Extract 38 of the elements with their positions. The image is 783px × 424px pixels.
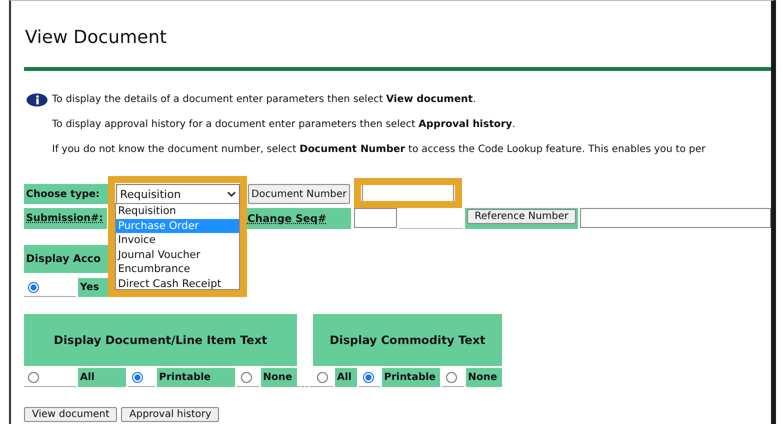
radio-button[interactable]	[241, 372, 252, 382]
option-label: Yes	[78, 278, 108, 297]
radio-button[interactable]	[28, 282, 39, 292]
radio-button[interactable]	[363, 372, 374, 382]
change-seq-field[interactable]	[354, 208, 397, 228]
type-select[interactable]: Requisition	[116, 184, 240, 204]
document-number-button[interactable]: Document Number	[248, 184, 350, 204]
option-label: Printable	[157, 368, 235, 387]
chevron-icon	[227, 191, 236, 197]
radio-button[interactable]	[446, 372, 457, 382]
option-label: All	[78, 368, 126, 387]
instruction-text: To display approval history for a document enter parameters then select Approval history.	[52, 119, 516, 130]
page-title: View Document	[25, 26, 168, 50]
action-button[interactable]: View document	[24, 407, 118, 422]
instruction-text: To display the details of a document enter parameters then select View document.	[52, 94, 476, 105]
dropdown-option[interactable]: Invoice	[116, 233, 239, 248]
instruction-text: If you do not know the document number, select Document Number to access the Code Lookup feature. This enables you to per	[52, 144, 706, 155]
dropdown-option[interactable]: Encumbrance	[116, 262, 239, 277]
option-label: None	[466, 368, 502, 387]
action-button[interactable]: Approval history	[121, 407, 220, 422]
option-label: None	[261, 368, 297, 387]
dropdown-option[interactable]: Journal Voucher	[116, 248, 239, 262]
display-accounting-label: Display Acco	[24, 245, 108, 273]
dropdown-option[interactable]: Requisition	[116, 204, 239, 219]
section-header: Display Commodity Text	[313, 314, 502, 366]
change-seq-label: Change Seq#	[245, 208, 351, 229]
radio-button[interactable]	[317, 372, 328, 382]
dropdown-option[interactable]: Direct Cash Receipt	[116, 276, 239, 289]
reference-number-field[interactable]	[580, 208, 771, 228]
choose-type-label: Choose type:	[24, 184, 108, 204]
radio-button[interactable]	[132, 372, 143, 382]
info-icon	[26, 92, 48, 106]
submission-label: Submission#:	[24, 208, 108, 229]
option-label: Printable	[382, 368, 440, 387]
radio-button[interactable]	[28, 372, 39, 382]
reference-number-button[interactable]: Reference Number	[466, 209, 576, 224]
option-label: All	[335, 368, 357, 387]
section-header: Display Document/Line Item Text	[24, 314, 297, 366]
